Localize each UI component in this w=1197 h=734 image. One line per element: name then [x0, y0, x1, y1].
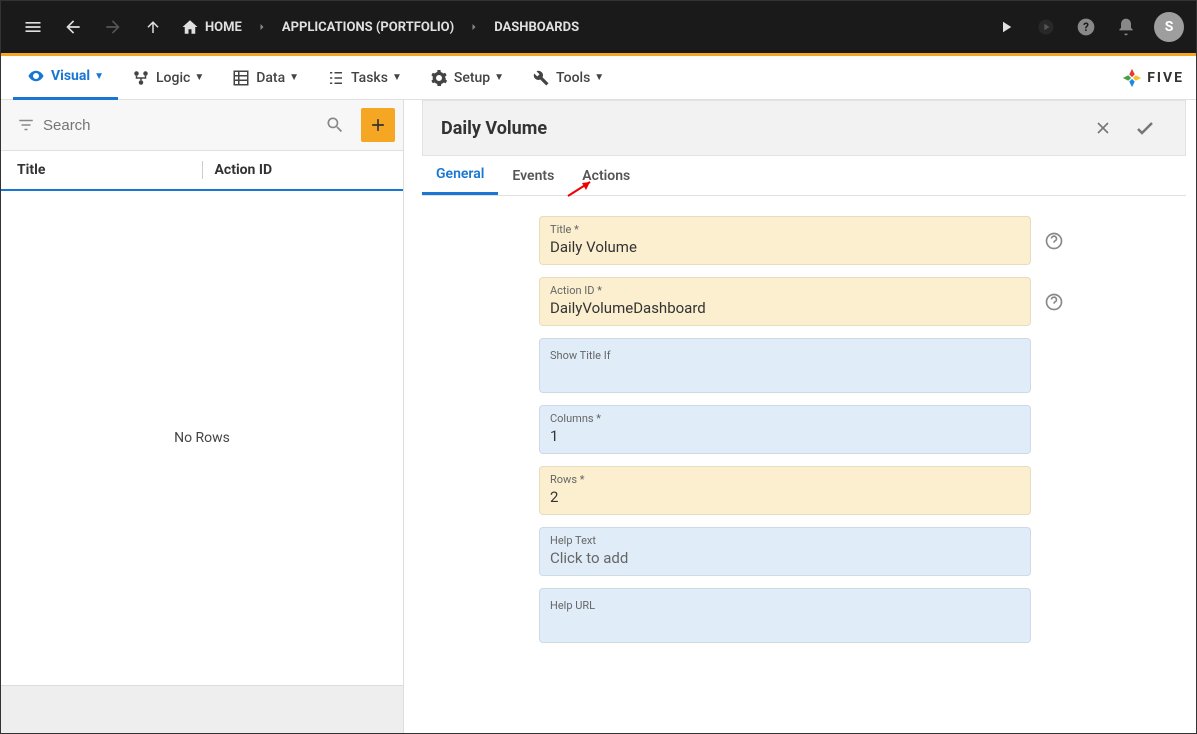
field-label: Rows *	[550, 473, 1020, 486]
field-action-id[interactable]: Action ID * DailyVolumeDashboard	[539, 277, 1031, 326]
tab-label: Setup	[454, 70, 490, 86]
svg-text:?: ?	[1083, 20, 1089, 34]
field-columns[interactable]: Columns * 1	[539, 405, 1031, 454]
back-icon[interactable]	[53, 7, 93, 47]
tab-label: Logic	[156, 70, 190, 86]
tab-label: Visual	[51, 68, 90, 84]
save-button[interactable]	[1123, 116, 1167, 140]
field-show-title-if[interactable]: Show Title If	[539, 338, 1031, 393]
field-label: Show Title If	[550, 349, 1020, 362]
tab-tools[interactable]: Tools▼	[518, 56, 618, 100]
detail-tabs: General Events Actions	[422, 156, 1186, 196]
menu-icon[interactable]	[13, 7, 53, 47]
column-divider	[202, 161, 203, 179]
add-button[interactable]	[361, 108, 395, 142]
field-value: 1	[550, 427, 1020, 447]
field-value: DailyVolumeDashboard	[550, 299, 1020, 319]
brand-logo: FIVE	[1121, 67, 1184, 89]
tab-events[interactable]: Events	[498, 156, 568, 195]
tab-visual[interactable]: Visual▼	[13, 56, 118, 100]
avatar[interactable]: S	[1154, 12, 1184, 42]
deploy-icon[interactable]	[1026, 7, 1066, 47]
brand-text: FIVE	[1147, 70, 1184, 86]
tab-label: Data	[256, 70, 285, 86]
form-area: Title * Daily Volume Action ID * DailyVo…	[422, 196, 1186, 733]
tab-label: Tasks	[351, 70, 388, 86]
breadcrumb-home-label: HOME	[205, 20, 242, 35]
field-rows[interactable]: Rows * 2	[539, 466, 1031, 515]
field-label: Help Text	[550, 534, 1020, 547]
field-help-icon[interactable]	[1039, 292, 1069, 312]
right-panel: Daily Volume General Events Actions Titl…	[404, 100, 1196, 733]
field-title[interactable]: Title * Daily Volume	[539, 216, 1031, 265]
bell-icon[interactable]	[1106, 7, 1146, 47]
field-help-url[interactable]: Help URL	[539, 588, 1031, 643]
chevron-icon	[462, 21, 486, 33]
main-area: Title Action ID No Rows Daily Volume Gen…	[1, 100, 1196, 733]
tab-actions[interactable]: Actions	[568, 156, 644, 195]
search-input[interactable]	[43, 117, 317, 134]
no-rows-message: No Rows	[1, 191, 403, 685]
field-label: Title *	[550, 223, 1020, 236]
column-action-id[interactable]: Action ID	[215, 162, 388, 178]
tab-tasks[interactable]: Tasks▼	[313, 56, 416, 100]
field-help-icon[interactable]	[1039, 231, 1069, 251]
column-title[interactable]: Title	[17, 162, 190, 178]
tab-label: Tools	[556, 70, 590, 86]
breadcrumb-applications[interactable]: APPLICATIONS (PORTFOLIO)	[274, 20, 462, 35]
field-value: 2	[550, 488, 1020, 508]
topbar: HOME APPLICATIONS (PORTFOLIO) DASHBOARDS…	[1, 1, 1196, 53]
play-icon[interactable]	[986, 7, 1026, 47]
field-label: Action ID *	[550, 284, 1020, 297]
filter-icon[interactable]	[9, 116, 43, 134]
field-help-text[interactable]: Help Text Click to add	[539, 527, 1031, 576]
tab-setup[interactable]: Setup▼	[416, 56, 518, 100]
list-header: Title Action ID	[1, 151, 403, 191]
up-icon[interactable]	[133, 7, 173, 47]
tab-general[interactable]: General	[422, 156, 498, 195]
left-panel: Title Action ID No Rows	[1, 100, 404, 733]
chevron-icon	[250, 21, 274, 33]
tab-data[interactable]: Data▼	[218, 56, 313, 100]
field-value: Click to add	[550, 549, 1020, 569]
close-button[interactable]	[1083, 118, 1123, 138]
breadcrumb-applications-label: APPLICATIONS (PORTFOLIO)	[282, 20, 454, 35]
search-bar	[1, 100, 403, 151]
forward-icon	[93, 7, 133, 47]
search-icon[interactable]	[317, 115, 353, 135]
detail-header: Daily Volume	[422, 100, 1186, 156]
main-tabbar: Visual▼ Logic▼ Data▼ Tasks▼ Setup▼ Tools…	[1, 56, 1196, 100]
tab-logic[interactable]: Logic▼	[118, 56, 218, 100]
detail-title: Daily Volume	[441, 118, 547, 139]
field-label: Columns *	[550, 412, 1020, 425]
help-icon[interactable]: ?	[1066, 7, 1106, 47]
field-label: Help URL	[550, 599, 1020, 612]
breadcrumb-home[interactable]: HOME	[173, 18, 250, 36]
field-value: Daily Volume	[550, 238, 1020, 258]
breadcrumb-dashboards[interactable]: DASHBOARDS	[486, 20, 587, 35]
breadcrumb-dashboards-label: DASHBOARDS	[494, 20, 579, 35]
list-footer	[1, 685, 403, 733]
